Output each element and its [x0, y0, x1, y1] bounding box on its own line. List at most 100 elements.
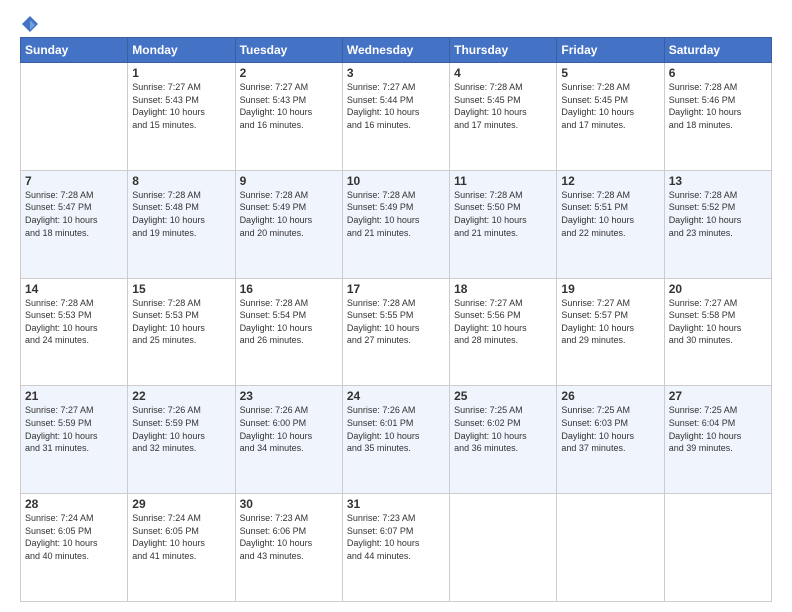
cell-text: Daylight: 10 hours: [240, 106, 338, 119]
cell-text: and 16 minutes.: [347, 119, 445, 132]
day-number: 27: [669, 389, 767, 403]
cell-text: Daylight: 10 hours: [347, 537, 445, 550]
cell-text: Daylight: 10 hours: [454, 430, 552, 443]
day-number: 24: [347, 389, 445, 403]
cell-text: and 27 minutes.: [347, 334, 445, 347]
day-number: 11: [454, 174, 552, 188]
cell-text: Sunset: 6:07 PM: [347, 525, 445, 538]
cell-text: and 18 minutes.: [25, 227, 123, 240]
col-sunday: Sunday: [21, 38, 128, 63]
day-number: 31: [347, 497, 445, 511]
cell-text: and 40 minutes.: [25, 550, 123, 563]
cell-text: Sunrise: 7:28 AM: [561, 189, 659, 202]
cell-text: Sunrise: 7:28 AM: [454, 189, 552, 202]
cell-text: Daylight: 10 hours: [454, 322, 552, 335]
cell-text: Sunrise: 7:28 AM: [25, 297, 123, 310]
cell-text: Sunrise: 7:24 AM: [25, 512, 123, 525]
cell-text: Sunrise: 7:28 AM: [454, 81, 552, 94]
day-number: 14: [25, 282, 123, 296]
cell-text: and 37 minutes.: [561, 442, 659, 455]
cell-text: Sunrise: 7:26 AM: [347, 404, 445, 417]
cell-text: Daylight: 10 hours: [561, 214, 659, 227]
day-number: 7: [25, 174, 123, 188]
cell-text: Sunrise: 7:28 AM: [561, 81, 659, 94]
cell-text: and 24 minutes.: [25, 334, 123, 347]
cell-text: Sunrise: 7:28 AM: [132, 189, 230, 202]
cell-text: Sunrise: 7:28 AM: [347, 297, 445, 310]
cell-text: Sunrise: 7:27 AM: [25, 404, 123, 417]
cell-text: Sunset: 5:43 PM: [240, 94, 338, 107]
cell-text: and 31 minutes.: [25, 442, 123, 455]
table-row: 21Sunrise: 7:27 AMSunset: 5:59 PMDayligh…: [21, 386, 128, 494]
cell-text: Daylight: 10 hours: [347, 106, 445, 119]
table-row: 29Sunrise: 7:24 AMSunset: 6:05 PMDayligh…: [128, 494, 235, 602]
table-row: 10Sunrise: 7:28 AMSunset: 5:49 PMDayligh…: [342, 170, 449, 278]
cell-text: Sunset: 5:59 PM: [25, 417, 123, 430]
cell-text: Sunset: 5:58 PM: [669, 309, 767, 322]
cell-text: Sunset: 5:47 PM: [25, 201, 123, 214]
day-number: 6: [669, 66, 767, 80]
table-row: 22Sunrise: 7:26 AMSunset: 5:59 PMDayligh…: [128, 386, 235, 494]
cell-text: Daylight: 10 hours: [669, 214, 767, 227]
day-number: 30: [240, 497, 338, 511]
cell-text: Sunrise: 7:25 AM: [561, 404, 659, 417]
cell-text: Sunset: 5:45 PM: [561, 94, 659, 107]
cell-text: Sunset: 5:50 PM: [454, 201, 552, 214]
col-saturday: Saturday: [664, 38, 771, 63]
cell-text: Sunset: 5:44 PM: [347, 94, 445, 107]
cell-text: Sunset: 6:04 PM: [669, 417, 767, 430]
cell-text: and 39 minutes.: [669, 442, 767, 455]
day-number: 10: [347, 174, 445, 188]
cell-text: Daylight: 10 hours: [132, 214, 230, 227]
day-number: 3: [347, 66, 445, 80]
cell-text: and 18 minutes.: [669, 119, 767, 132]
cell-text: and 44 minutes.: [347, 550, 445, 563]
table-row: 28Sunrise: 7:24 AMSunset: 6:05 PMDayligh…: [21, 494, 128, 602]
logo: [20, 15, 40, 29]
day-number: 15: [132, 282, 230, 296]
cell-text: Sunrise: 7:27 AM: [561, 297, 659, 310]
cell-text: Daylight: 10 hours: [132, 106, 230, 119]
cell-text: and 20 minutes.: [240, 227, 338, 240]
cell-text: and 21 minutes.: [347, 227, 445, 240]
cell-text: and 29 minutes.: [561, 334, 659, 347]
cell-text: and 17 minutes.: [454, 119, 552, 132]
day-number: 28: [25, 497, 123, 511]
cell-text: Daylight: 10 hours: [25, 537, 123, 550]
cell-text: Sunrise: 7:27 AM: [454, 297, 552, 310]
table-row: 30Sunrise: 7:23 AMSunset: 6:06 PMDayligh…: [235, 494, 342, 602]
day-number: 29: [132, 497, 230, 511]
cell-text: Daylight: 10 hours: [454, 214, 552, 227]
cell-text: Sunset: 5:55 PM: [347, 309, 445, 322]
cell-text: Sunrise: 7:25 AM: [454, 404, 552, 417]
calendar-week-row: 1Sunrise: 7:27 AMSunset: 5:43 PMDaylight…: [21, 63, 772, 171]
cell-text: Sunrise: 7:28 AM: [240, 297, 338, 310]
cell-text: Sunset: 6:03 PM: [561, 417, 659, 430]
table-row: 2Sunrise: 7:27 AMSunset: 5:43 PMDaylight…: [235, 63, 342, 171]
cell-text: Sunrise: 7:23 AM: [240, 512, 338, 525]
cell-text: and 15 minutes.: [132, 119, 230, 132]
cell-text: Sunrise: 7:27 AM: [132, 81, 230, 94]
cell-text: Daylight: 10 hours: [561, 430, 659, 443]
table-row: 23Sunrise: 7:26 AMSunset: 6:00 PMDayligh…: [235, 386, 342, 494]
cell-text: Daylight: 10 hours: [561, 106, 659, 119]
cell-text: and 43 minutes.: [240, 550, 338, 563]
table-row: 25Sunrise: 7:25 AMSunset: 6:02 PMDayligh…: [450, 386, 557, 494]
cell-text: and 34 minutes.: [240, 442, 338, 455]
table-row: 11Sunrise: 7:28 AMSunset: 5:50 PMDayligh…: [450, 170, 557, 278]
cell-text: Daylight: 10 hours: [454, 106, 552, 119]
cell-text: Sunset: 5:43 PM: [132, 94, 230, 107]
cell-text: Sunset: 6:05 PM: [132, 525, 230, 538]
cell-text: and 41 minutes.: [132, 550, 230, 563]
logo-icon: [21, 15, 39, 33]
cell-text: Sunset: 5:46 PM: [669, 94, 767, 107]
day-number: 9: [240, 174, 338, 188]
table-row: 17Sunrise: 7:28 AMSunset: 5:55 PMDayligh…: [342, 278, 449, 386]
cell-text: and 23 minutes.: [669, 227, 767, 240]
cell-text: Daylight: 10 hours: [669, 106, 767, 119]
cell-text: Sunset: 5:53 PM: [25, 309, 123, 322]
day-number: 25: [454, 389, 552, 403]
cell-text: Daylight: 10 hours: [240, 322, 338, 335]
cell-text: Sunrise: 7:26 AM: [132, 404, 230, 417]
cell-text: and 30 minutes.: [669, 334, 767, 347]
